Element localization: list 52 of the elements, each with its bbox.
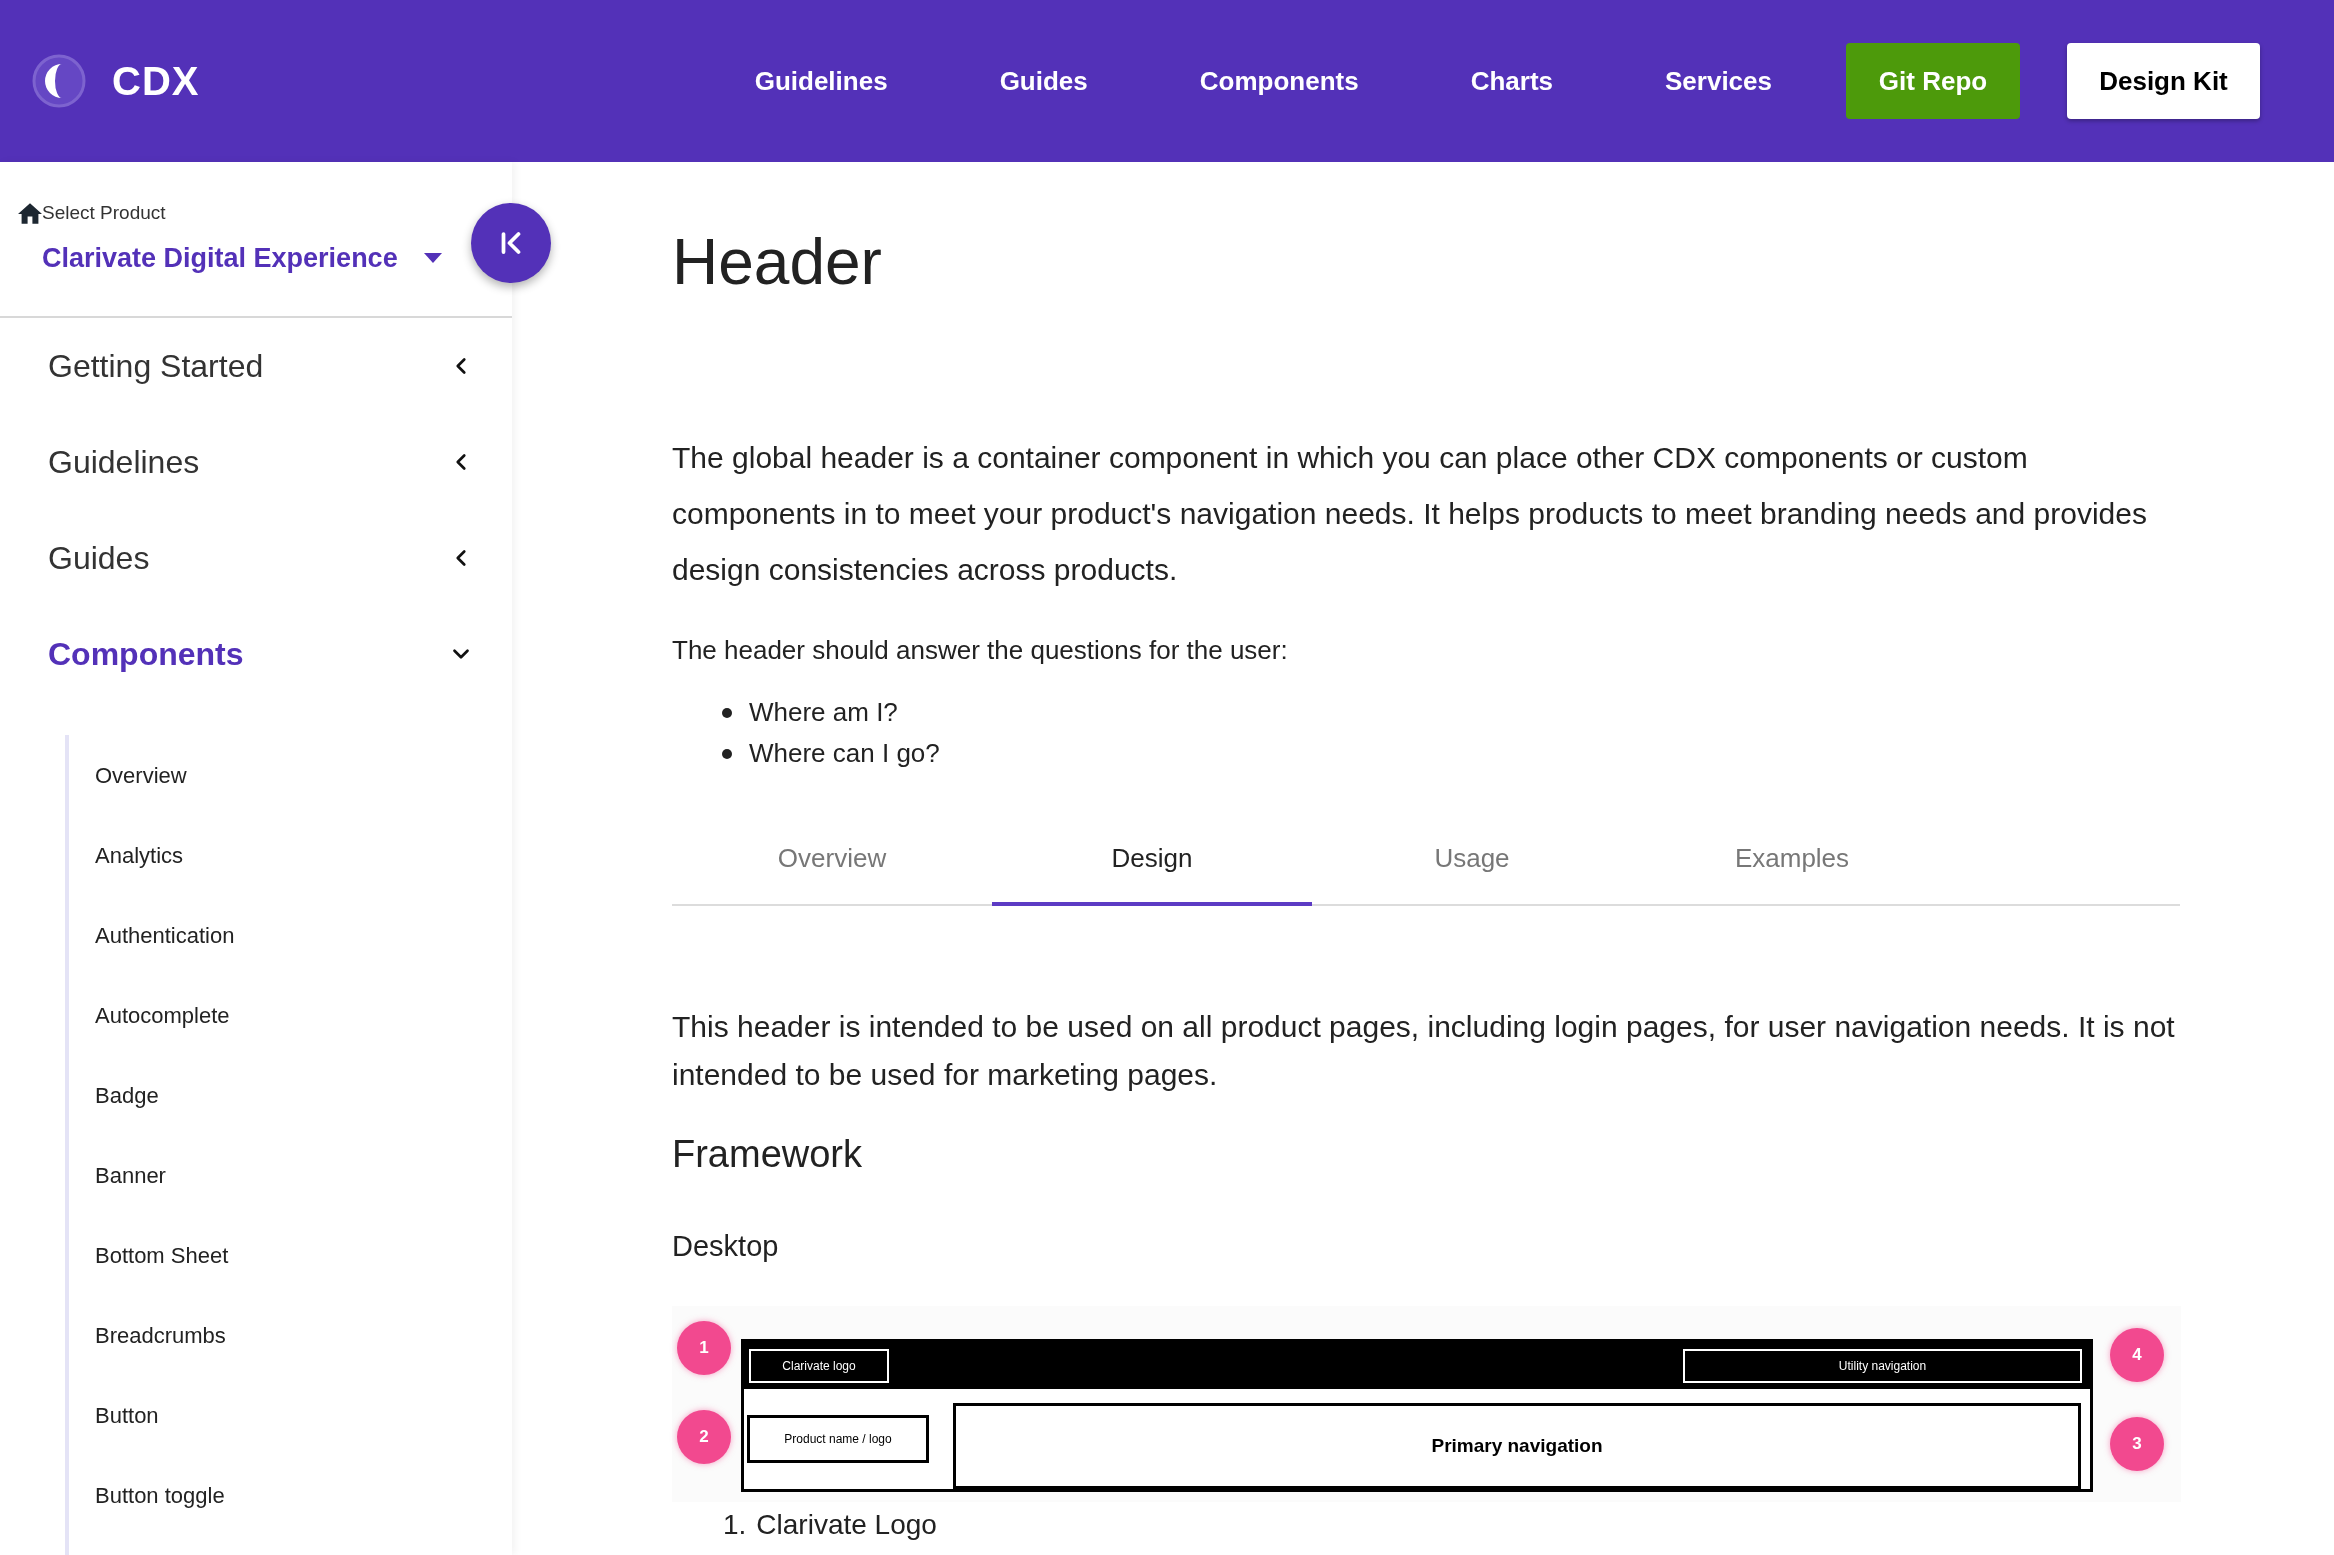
list-item-text: Clarivate Logo [756,1508,937,1542]
secondary-button[interactable]: Design Kit [2067,43,2260,119]
wireframe-slot: Utility navigation [1683,1348,2082,1383]
sidebar-subitem[interactable]: Button toggle [69,1455,225,1535]
wireframe-slot: Primary navigation [953,1403,2081,1489]
tab[interactable]: Examples [1632,814,1952,906]
wireframe-slot: Product name / logo [747,1415,929,1463]
step-marker: 2 [677,1410,731,1464]
sidebar-subitem[interactable]: Bottom Sheet [69,1215,229,1295]
sidebar-item[interactable]: Guides [0,510,512,606]
sidebar-subitem[interactable]: Analytics [69,815,184,895]
logo-text: CDX [112,58,200,105]
wireframe-slot: Clarivate logo [749,1348,889,1383]
bullet-icon [722,707,732,718]
sidebar-subitem[interactable]: Breadcrumbs [69,1295,226,1375]
tab[interactable]: Design [992,814,1312,906]
bullet-text: Where can I go? [749,737,940,770]
sidebar-subitem[interactable]: Button [69,1375,159,1455]
sidebar-subitem[interactable]: Banner [69,1135,166,1215]
sidebar-item[interactable]: Getting Started [0,318,512,414]
step-marker: 4 [2110,1328,2164,1382]
sidebar-item[interactable]: Components [0,606,512,702]
sidebar-subitem[interactable]: Overview [69,735,187,815]
tab[interactable]: Usage [1312,814,1632,906]
home-icon [18,203,42,224]
logo-icon [32,54,86,108]
step-marker: 3 [2110,1417,2164,1471]
caret-down-icon [424,253,442,264]
section-heading: Framework [672,1132,863,1177]
collapse-button[interactable] [471,203,551,283]
bullet-text: Where am I? [749,696,898,729]
nav-link[interactable]: Components [1199,61,1359,101]
nav-link[interactable]: Charts [1470,61,1553,101]
sidebar-subitem[interactable]: Autocomplete [69,975,230,1055]
bullet-icon [722,748,732,759]
subsection-heading: Desktop [672,1229,779,1264]
primary-button[interactable]: Git Repo [1846,43,2020,119]
sidebar-subitem[interactable]: Badge [69,1055,159,1135]
product-dropdown[interactable]: Clarivate Digital Experience [42,238,442,279]
nav-link[interactable]: Guides [999,61,1088,101]
description-paragraph: This header is intended to be used on all product pages, including login pages, for user navigation needs. It is not intended to be used for marketing pages. [672,1009,2176,1093]
intro-paragraph: The global header is a container component in which you can place other CDX components or custom components in to meet your product's navigation needs. It helps products to meet branding needs and provides design consistencies across products. [672,440,2148,588]
tab[interactable]: Overview [672,814,992,906]
sidebar-subitem[interactable]: Authentication [69,895,235,975]
page-title: Header [672,225,882,300]
nav-link[interactable]: Guidelines [754,61,888,101]
nav-link[interactable]: Services [1665,61,1772,101]
step-marker: 1 [677,1321,731,1375]
lead-text: The header should answer the questions for the user: [672,634,1288,667]
select-product-label: Select Product [42,202,166,224]
list-number: 1. [723,1508,747,1542]
sidebar-item[interactable]: Guidelines [0,414,512,510]
